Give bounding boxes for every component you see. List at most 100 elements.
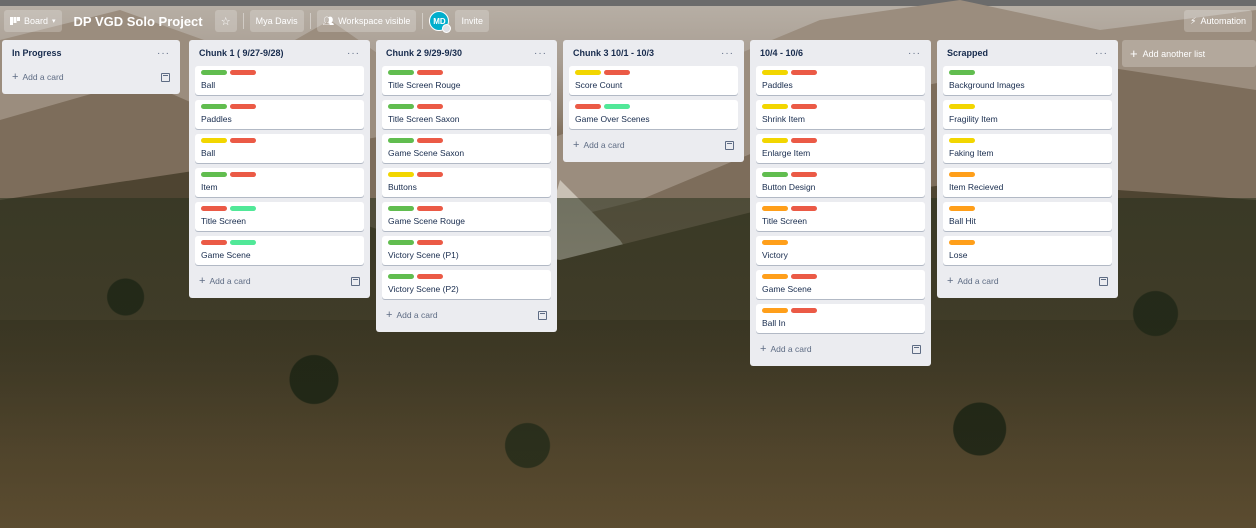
card[interactable]: Lose (943, 236, 1112, 265)
label-red[interactable] (201, 206, 227, 211)
card[interactable]: Ball (195, 66, 364, 95)
card[interactable]: Game Scene Rouge (382, 202, 551, 231)
label-red[interactable] (791, 104, 817, 109)
label-red[interactable] (417, 172, 443, 177)
label-red[interactable] (604, 70, 630, 75)
visibility-button[interactable]: 👥︎ Workspace visible (316, 10, 417, 32)
card[interactable]: Victory (756, 236, 925, 265)
more-icon[interactable]: ··· (908, 48, 921, 59)
label-red[interactable] (417, 70, 443, 75)
card[interactable]: Title Screen Saxon (382, 100, 551, 129)
label-yellow[interactable] (949, 138, 975, 143)
label-red[interactable] (417, 274, 443, 279)
card[interactable]: Item (195, 168, 364, 197)
add-card-button[interactable]: + Add a card (12, 71, 64, 83)
card[interactable]: Game Over Scenes (569, 100, 738, 129)
label-red[interactable] (230, 138, 256, 143)
label-red[interactable] (417, 138, 443, 143)
card-template-icon[interactable] (1099, 276, 1108, 286)
more-icon[interactable]: ··· (721, 48, 734, 59)
label-red[interactable] (417, 206, 443, 211)
card-template-icon[interactable] (351, 276, 360, 286)
label-yellow[interactable] (762, 70, 788, 75)
label-red[interactable] (575, 104, 601, 109)
label-yellow[interactable] (201, 138, 227, 143)
avatar[interactable]: MD (429, 11, 452, 33)
card-template-icon[interactable] (725, 140, 734, 150)
card[interactable]: Buttons (382, 168, 551, 197)
card[interactable]: Ball Hit (943, 202, 1112, 231)
board-view-switcher[interactable]: Board ▾ (4, 10, 62, 32)
list-title[interactable]: Scrapped (947, 48, 988, 58)
list-header[interactable]: Chunk 2 9/29-9/30 ··· (382, 40, 551, 66)
label-red[interactable] (791, 70, 817, 75)
label-green[interactable] (201, 172, 227, 177)
automation-button[interactable]: ⚡︎ Automation (1184, 10, 1252, 32)
label-green[interactable] (201, 70, 227, 75)
label-green[interactable] (388, 206, 414, 211)
label-green[interactable] (949, 70, 975, 75)
add-card-button[interactable]: + Add a card (760, 343, 812, 355)
label-green[interactable] (388, 104, 414, 109)
more-icon[interactable]: ··· (534, 48, 547, 59)
card[interactable]: Enlarge Item (756, 134, 925, 163)
list-header[interactable]: 10/4 - 10/6 ··· (756, 40, 925, 66)
add-card-button[interactable]: + Add a card (573, 139, 625, 151)
label-green[interactable] (388, 70, 414, 75)
label-red[interactable] (417, 240, 443, 245)
invite-button[interactable]: Invite (455, 10, 489, 32)
label-green[interactable] (762, 172, 788, 177)
card-template-icon[interactable] (161, 72, 170, 82)
card[interactable]: Shrink Item (756, 100, 925, 129)
more-icon[interactable]: ··· (347, 48, 360, 59)
add-card-button[interactable]: + Add a card (199, 275, 251, 287)
add-another-list-button[interactable]: + Add another list (1122, 40, 1256, 67)
list-title[interactable]: Chunk 3 10/1 - 10/3 (573, 48, 654, 58)
list-header[interactable]: Scrapped ··· (943, 40, 1112, 66)
card[interactable]: Title Screen Rouge (382, 66, 551, 95)
label-red[interactable] (791, 274, 817, 279)
label-red[interactable] (791, 206, 817, 211)
label-red[interactable] (230, 104, 256, 109)
card[interactable]: Paddles (756, 66, 925, 95)
card[interactable]: Ball In (756, 304, 925, 333)
list-header[interactable]: In Progress ··· (8, 40, 174, 66)
label-yellow[interactable] (949, 104, 975, 109)
label-orange[interactable] (762, 308, 788, 313)
more-icon[interactable]: ··· (157, 48, 170, 59)
label-green[interactable] (201, 104, 227, 109)
list-title[interactable]: Chunk 1 ( 9/27-9/28) (199, 48, 284, 58)
label-red[interactable] (417, 104, 443, 109)
label-yellow[interactable] (388, 172, 414, 177)
card[interactable]: Title Screen (195, 202, 364, 231)
label-orange[interactable] (949, 206, 975, 211)
star-button[interactable]: ☆ (214, 10, 237, 32)
list-header[interactable]: Chunk 1 ( 9/27-9/28) ··· (195, 40, 364, 66)
add-card-button[interactable]: + Add a card (386, 309, 438, 321)
label-orange[interactable] (762, 206, 788, 211)
label-red[interactable] (201, 240, 227, 245)
card[interactable]: Score Count (569, 66, 738, 95)
label-orange[interactable] (949, 240, 975, 245)
card[interactable]: Title Screen (756, 202, 925, 231)
label-lime[interactable] (230, 206, 256, 211)
card[interactable]: Game Scene Saxon (382, 134, 551, 163)
card-template-icon[interactable] (912, 344, 921, 354)
card[interactable]: Item Recieved (943, 168, 1112, 197)
label-green[interactable] (388, 240, 414, 245)
label-green[interactable] (388, 274, 414, 279)
label-lime[interactable] (230, 240, 256, 245)
label-yellow[interactable] (762, 104, 788, 109)
card[interactable]: Game Scene (756, 270, 925, 299)
list-title[interactable]: 10/4 - 10/6 (760, 48, 803, 58)
card-template-icon[interactable] (538, 310, 547, 320)
label-orange[interactable] (762, 274, 788, 279)
label-red[interactable] (230, 70, 256, 75)
label-yellow[interactable] (762, 138, 788, 143)
card[interactable]: Victory Scene (P2) (382, 270, 551, 299)
board-title[interactable]: DP VGD Solo Project (68, 10, 209, 32)
card[interactable]: Victory Scene (P1) (382, 236, 551, 265)
label-red[interactable] (230, 172, 256, 177)
card[interactable]: Background Images (943, 66, 1112, 95)
label-lime[interactable] (604, 104, 630, 109)
